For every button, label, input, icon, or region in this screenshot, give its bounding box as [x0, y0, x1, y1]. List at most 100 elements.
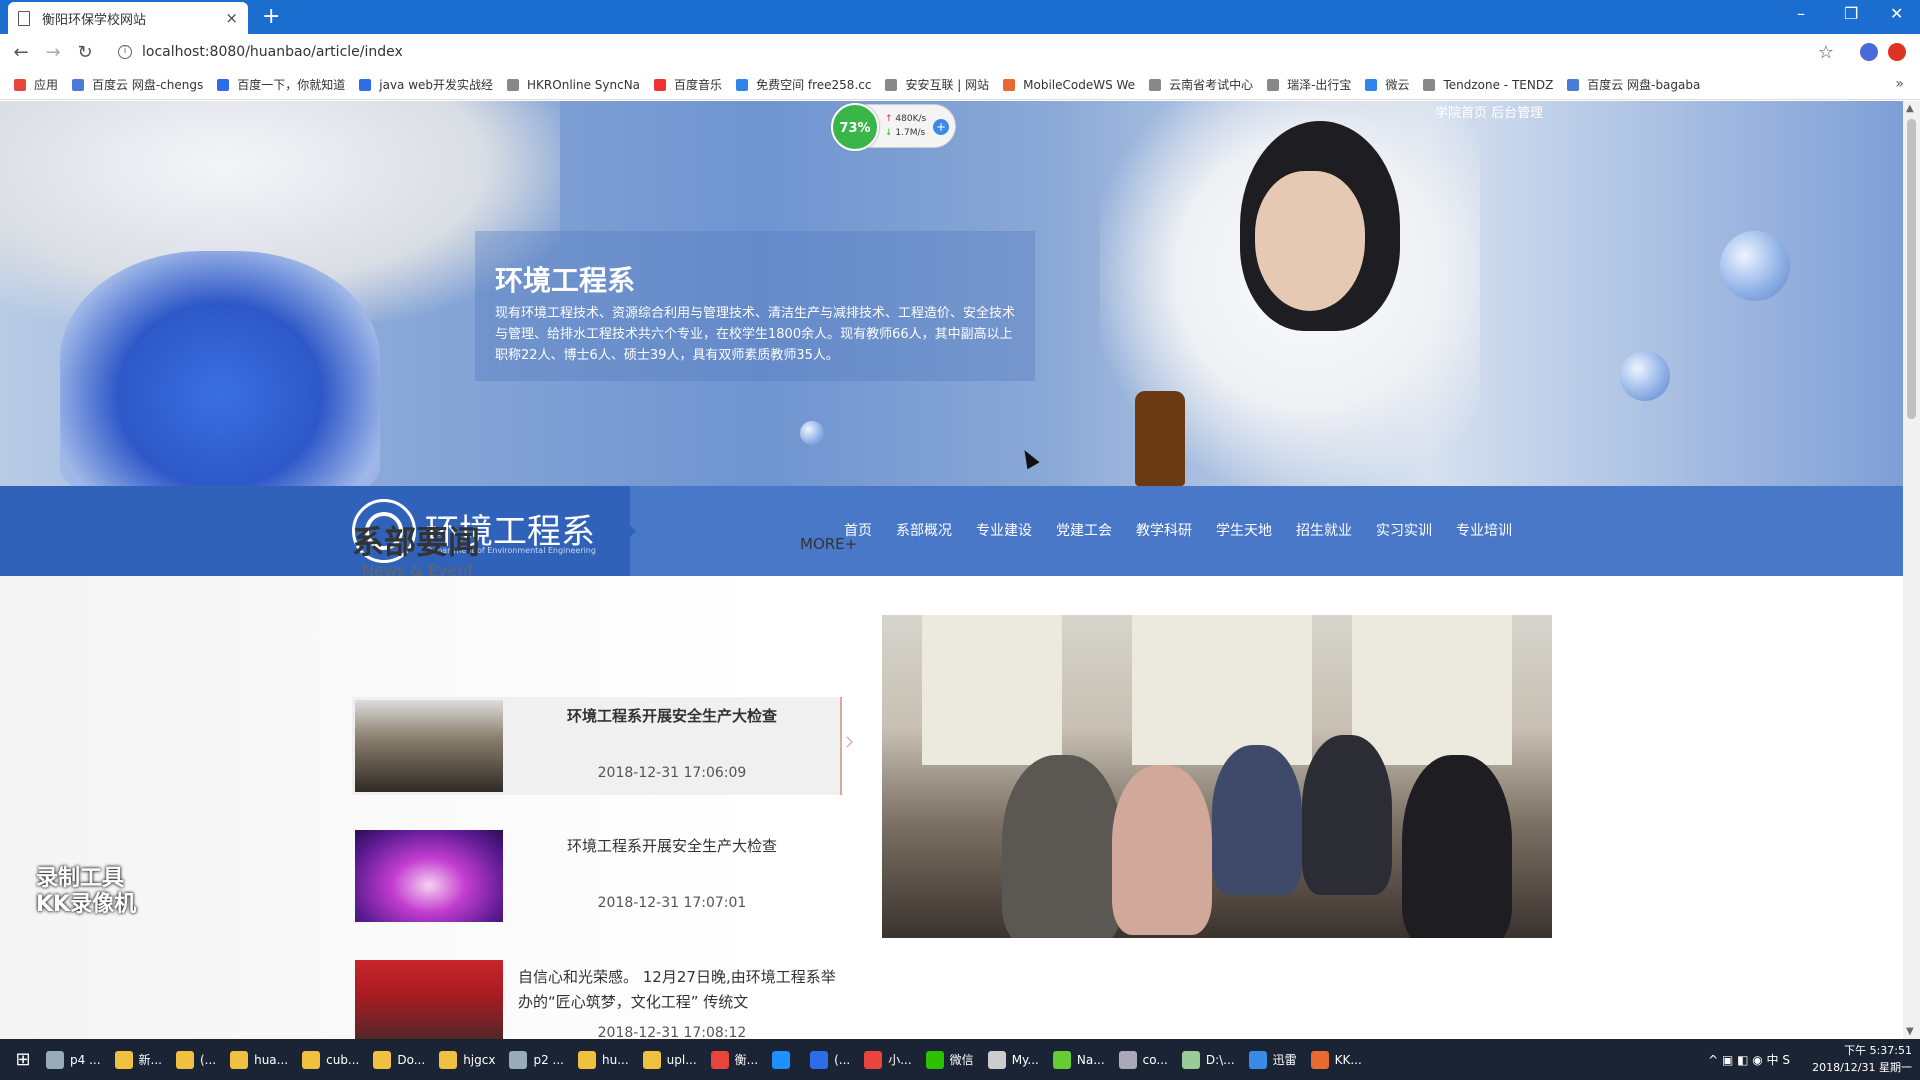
scroll-down-icon[interactable]: ▼: [1906, 1026, 1914, 1037]
taskbar-app[interactable]: 衡...: [710, 1050, 758, 1069]
news-thumbnail[interactable]: [355, 700, 503, 792]
nav-menu-item[interactable]: 教学科研: [1136, 520, 1192, 540]
taskbar-app[interactable]: 新...: [114, 1050, 162, 1069]
bookmarks-overflow-icon[interactable]: »: [1895, 76, 1904, 92]
nav-menu-item[interactable]: 实习实训: [1376, 520, 1432, 540]
network-speed-widget[interactable]: 73% ↑ 480K/s ↓ 1.7M/s +: [831, 103, 956, 151]
news-title[interactable]: 环境工程系开展安全生产大检查: [512, 705, 832, 726]
tab-active[interactable]: 衡阳环保学校网站 ×: [8, 2, 248, 34]
bookmark-item[interactable]: 安安互联 | 网站: [885, 76, 989, 93]
taskbar-app[interactable]: p2 ...: [509, 1050, 564, 1069]
recorder-watermark: 录制工具 KK录像机: [36, 866, 136, 918]
news-item[interactable]: 自信心和光荣感。 12月27日晚,由环境工程系举办的“匠心筑梦，文化工程” 传统…: [352, 957, 842, 1039]
bookmark-item[interactable]: HKROnline SyncNa: [507, 78, 640, 92]
nav-menu-item[interactable]: 招生就业: [1296, 520, 1352, 540]
bookmark-icon: [1149, 78, 1162, 91]
new-tab-button[interactable]: +: [262, 4, 280, 29]
taskbar-app-label: (...: [834, 1052, 851, 1067]
bookmark-star-icon[interactable]: ☆: [1818, 42, 1834, 63]
bookmark-item[interactable]: java web开发实战经: [359, 76, 493, 93]
news-item[interactable]: 环境工程系开展安全生产大检查 2018-12-31 17:07:01: [352, 827, 842, 925]
nav-menu-item[interactable]: 专业培训: [1456, 520, 1512, 540]
tab-close-icon[interactable]: ×: [225, 9, 238, 27]
bookmark-item[interactable]: 瑞泽-出行宝: [1267, 76, 1351, 93]
bookmark-icon: [885, 78, 898, 91]
page-scrollbar[interactable]: ▲ ▼: [1903, 101, 1920, 1039]
taskbar-app[interactable]: upl...: [642, 1050, 697, 1069]
system-clock[interactable]: 下午 5:37:51 2018/12/31 星期一: [1812, 1042, 1912, 1076]
bookmark-label: java web开发实战经: [379, 78, 494, 92]
nav-menu-item[interactable]: 学生天地: [1216, 520, 1272, 540]
nav-menu-item[interactable]: 专业建设: [976, 520, 1032, 540]
bookmark-item[interactable]: Tendzone - TENDZ: [1423, 78, 1553, 92]
info-icon[interactable]: i: [118, 45, 132, 59]
featured-news-photo[interactable]: [882, 615, 1552, 938]
bookmark-item[interactable]: 云南省考试中心: [1149, 76, 1253, 93]
taskbar-app-icon: [772, 1050, 791, 1069]
url-text[interactable]: localhost:8080/huanbao/article/index: [142, 44, 403, 60]
bookmark-item[interactable]: 百度音乐: [654, 76, 722, 93]
taskbar-app[interactable]: cub...: [302, 1050, 359, 1069]
bookmark-item[interactable]: 微云: [1365, 76, 1409, 93]
top-links[interactable]: 学院首页 后台管理: [1435, 102, 1543, 121]
news-item[interactable]: 环境工程系开展安全生产大检查 2018-12-31 17:06:09: [352, 697, 842, 795]
bookmark-item[interactable]: 免费空间 free258.cc: [736, 76, 871, 93]
news-thumbnail[interactable]: [355, 830, 503, 922]
taskbar-app[interactable]: (...: [810, 1050, 851, 1069]
plus-icon[interactable]: +: [933, 119, 949, 135]
nav-menu-item[interactable]: 党建工会: [1056, 520, 1112, 540]
taskbar-app[interactable]: KK...: [1310, 1050, 1362, 1069]
taskbar-app[interactable]: My...: [987, 1050, 1039, 1069]
bookmark-item[interactable]: 应用: [14, 76, 58, 93]
back-icon[interactable]: ←: [10, 42, 32, 63]
news-title[interactable]: 环境工程系开展安全生产大检查: [512, 835, 832, 856]
nav-menu-item[interactable]: 系部概况: [896, 520, 952, 540]
taskbar-app[interactable]: hu...: [577, 1050, 629, 1069]
reload-icon[interactable]: ↻: [74, 42, 96, 63]
news-thumbnail[interactable]: [355, 960, 503, 1039]
bookmark-item[interactable]: 百度一下，你就知道: [217, 76, 345, 93]
extension-icon[interactable]: [1888, 43, 1906, 61]
windows-start-icon[interactable]: ⊞: [0, 1049, 46, 1070]
bookmark-item[interactable]: 百度云 网盘-chengs: [72, 76, 203, 93]
bookmark-icon: [654, 78, 667, 91]
taskbar-app[interactable]: [772, 1050, 796, 1069]
extension-icon[interactable]: [1860, 43, 1878, 61]
taskbar-app-icon: [1181, 1050, 1200, 1069]
taskbar-app[interactable]: 微信: [925, 1050, 974, 1069]
address-bar[interactable]: i localhost:8080/huanbao/article/index: [118, 44, 403, 60]
taskbar-app-icon: [710, 1050, 729, 1069]
taskbar-app-label: hjgcx: [463, 1052, 496, 1067]
more-link[interactable]: MORE+: [800, 535, 857, 553]
scroll-thumb[interactable]: [1907, 119, 1916, 419]
taskbar-app-icon: [46, 1050, 64, 1069]
taskbar-app-icon: [925, 1050, 944, 1069]
taskbar-app[interactable]: Na...: [1052, 1050, 1105, 1069]
taskbar-app[interactable]: p4 ...: [46, 1050, 101, 1069]
scroll-up-icon[interactable]: ▲: [1906, 103, 1914, 114]
taskbar-app[interactable]: 小...: [864, 1050, 912, 1069]
bookmark-item[interactable]: 百度云 网盘-bagaba: [1567, 76, 1700, 93]
restore-button[interactable]: ❐: [1844, 4, 1858, 23]
taskbar-app[interactable]: D:\...: [1181, 1050, 1235, 1069]
photo-person: [1402, 755, 1512, 938]
system-tray-icons[interactable]: ^ ▣ ◧ ◉ 中 S: [1708, 1051, 1790, 1068]
taskbar-app[interactable]: hua...: [230, 1050, 289, 1069]
forward-icon[interactable]: →: [42, 42, 64, 63]
taskbar-app[interactable]: 迅雷: [1248, 1050, 1297, 1069]
minimize-button[interactable]: –: [1797, 4, 1805, 23]
taskbar-app-icon: [1310, 1050, 1329, 1069]
close-window-button[interactable]: ✕: [1890, 4, 1903, 23]
bookmark-item[interactable]: MobileCodeWS We: [1003, 78, 1135, 92]
news-title[interactable]: 自信心和光荣感。 12月27日晚,由环境工程系举办的“匠心筑梦，文化工程” 传统…: [518, 965, 838, 1015]
site-navbar: 环境工程系 Department of Environmental Engine…: [0, 486, 1903, 576]
photo-person: [1112, 765, 1212, 935]
photo-person: [1212, 745, 1302, 895]
page-icon: [18, 10, 30, 26]
taskbar-app[interactable]: (...: [175, 1050, 216, 1069]
taskbar-app-label: hua...: [254, 1052, 289, 1067]
taskbar-app[interactable]: Do...: [373, 1050, 425, 1069]
watermark-line: 录制工具: [36, 866, 125, 891]
taskbar-app[interactable]: co...: [1118, 1050, 1168, 1069]
taskbar-app[interactable]: hjgcx: [439, 1050, 496, 1069]
